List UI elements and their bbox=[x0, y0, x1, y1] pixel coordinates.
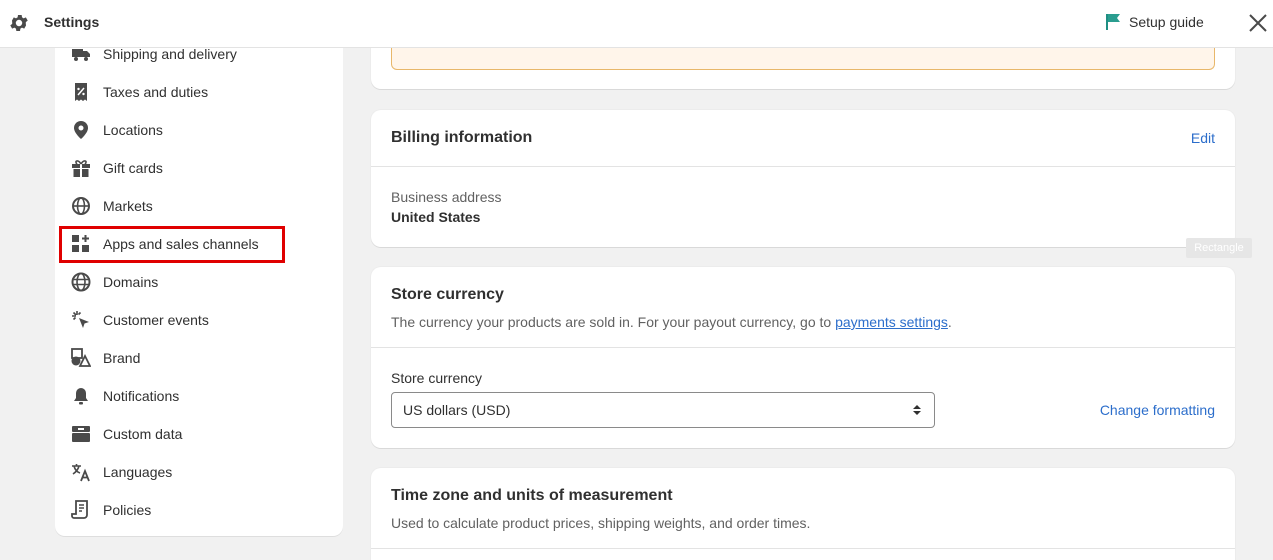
location-pin-icon bbox=[70, 119, 92, 141]
business-address-label: Business address bbox=[391, 189, 502, 205]
gift-icon bbox=[70, 157, 92, 179]
billing-edit-link[interactable]: Edit bbox=[1191, 130, 1215, 146]
cursor-click-icon bbox=[70, 309, 92, 331]
timezone-card: Time zone and units of measurement Used … bbox=[371, 468, 1235, 560]
database-icon bbox=[70, 423, 92, 445]
sidebar-item-customer-events[interactable]: Customer events bbox=[67, 304, 331, 336]
sidebar-item-locations[interactable]: Locations bbox=[67, 114, 331, 146]
select-arrows-icon bbox=[913, 405, 921, 415]
setup-guide-button[interactable]: Setup guide bbox=[1105, 13, 1204, 31]
sidebar-item-policies[interactable]: Policies bbox=[67, 494, 331, 526]
sidebar-item-custom-data[interactable]: Custom data bbox=[67, 418, 331, 450]
sidebar-item-label: Taxes and duties bbox=[103, 84, 209, 100]
gear-icon bbox=[10, 15, 28, 31]
divider bbox=[371, 548, 1235, 549]
flag-icon bbox=[1106, 14, 1120, 30]
currency-select[interactable]: US dollars (USD) bbox=[391, 392, 935, 428]
billing-title: Billing information bbox=[391, 129, 533, 146]
setup-guide-label: Setup guide bbox=[1129, 14, 1204, 30]
sidebar-item-gift-cards[interactable]: Gift cards bbox=[67, 152, 331, 184]
receipt-percent-icon bbox=[70, 81, 92, 103]
close-icon[interactable] bbox=[1247, 12, 1269, 34]
sidebar-item-label: Locations bbox=[103, 122, 163, 138]
bell-icon bbox=[70, 385, 92, 407]
sidebar-item-notifications[interactable]: Notifications bbox=[67, 380, 331, 412]
translate-icon bbox=[70, 461, 92, 483]
page-title: Settings bbox=[44, 14, 100, 30]
divider bbox=[371, 347, 1235, 348]
sidebar-item-languages[interactable]: Languages bbox=[67, 456, 331, 488]
sidebar-item-taxes[interactable]: Taxes and duties bbox=[67, 76, 331, 108]
sidebar-item-label: Markets bbox=[103, 198, 153, 214]
sidebar-item-label: Customer events bbox=[103, 312, 209, 328]
store-currency-card: Store currency The currency your product… bbox=[371, 267, 1235, 448]
business-address-value: United States bbox=[391, 209, 481, 225]
sidebar-item-label: Custom data bbox=[103, 426, 183, 442]
sidebar-item-domains[interactable]: Domains bbox=[67, 266, 331, 298]
sidebar-item-label: Brand bbox=[103, 350, 141, 366]
rectangle-tooltip: Rectangle bbox=[1186, 238, 1252, 258]
sidebar-item-brand[interactable]: Brand bbox=[67, 342, 331, 374]
sidebar-item-apps-sales-channels[interactable]: Apps and sales channels bbox=[67, 228, 331, 260]
globe-markets-icon bbox=[70, 195, 92, 217]
billing-card: Billing information Edit Business addres… bbox=[371, 110, 1235, 247]
sidebar-item-label: Shipping and delivery bbox=[103, 46, 237, 62]
sidebar-item-label: Languages bbox=[103, 464, 173, 480]
globe-icon bbox=[70, 271, 92, 293]
sidebar-item-label: Apps and sales channels bbox=[103, 236, 259, 252]
top-bar: Settings Setup guide bbox=[0, 0, 1273, 48]
store-currency-description: The currency your products are sold in. … bbox=[391, 314, 952, 330]
sidebar-item-label: Notifications bbox=[103, 388, 180, 404]
apps-plus-icon bbox=[70, 233, 92, 255]
sidebar-item-label: Domains bbox=[103, 274, 159, 290]
description-suffix: . bbox=[947, 314, 952, 330]
timezone-title: Time zone and units of measurement bbox=[391, 487, 673, 504]
divider bbox=[371, 166, 1235, 167]
settings-sidebar: Shipping and delivery Taxes and duties L… bbox=[55, 30, 343, 536]
timezone-description: Used to calculate product prices, shippi… bbox=[391, 515, 811, 531]
store-currency-title: Store currency bbox=[391, 286, 504, 303]
description-text: The currency your products are sold in. … bbox=[391, 314, 836, 330]
sidebar-item-label: Gift cards bbox=[103, 160, 163, 176]
payments-settings-link[interactable]: payments settings bbox=[835, 314, 948, 330]
currency-select-label: Store currency bbox=[391, 370, 483, 386]
currency-select-value: US dollars (USD) bbox=[403, 402, 511, 418]
sidebar-item-markets[interactable]: Markets bbox=[67, 190, 331, 222]
change-formatting-link[interactable]: Change formatting bbox=[1100, 402, 1215, 418]
sidebar-item-label: Policies bbox=[103, 502, 152, 518]
brand-shapes-icon bbox=[70, 347, 92, 369]
document-icon bbox=[70, 499, 92, 521]
